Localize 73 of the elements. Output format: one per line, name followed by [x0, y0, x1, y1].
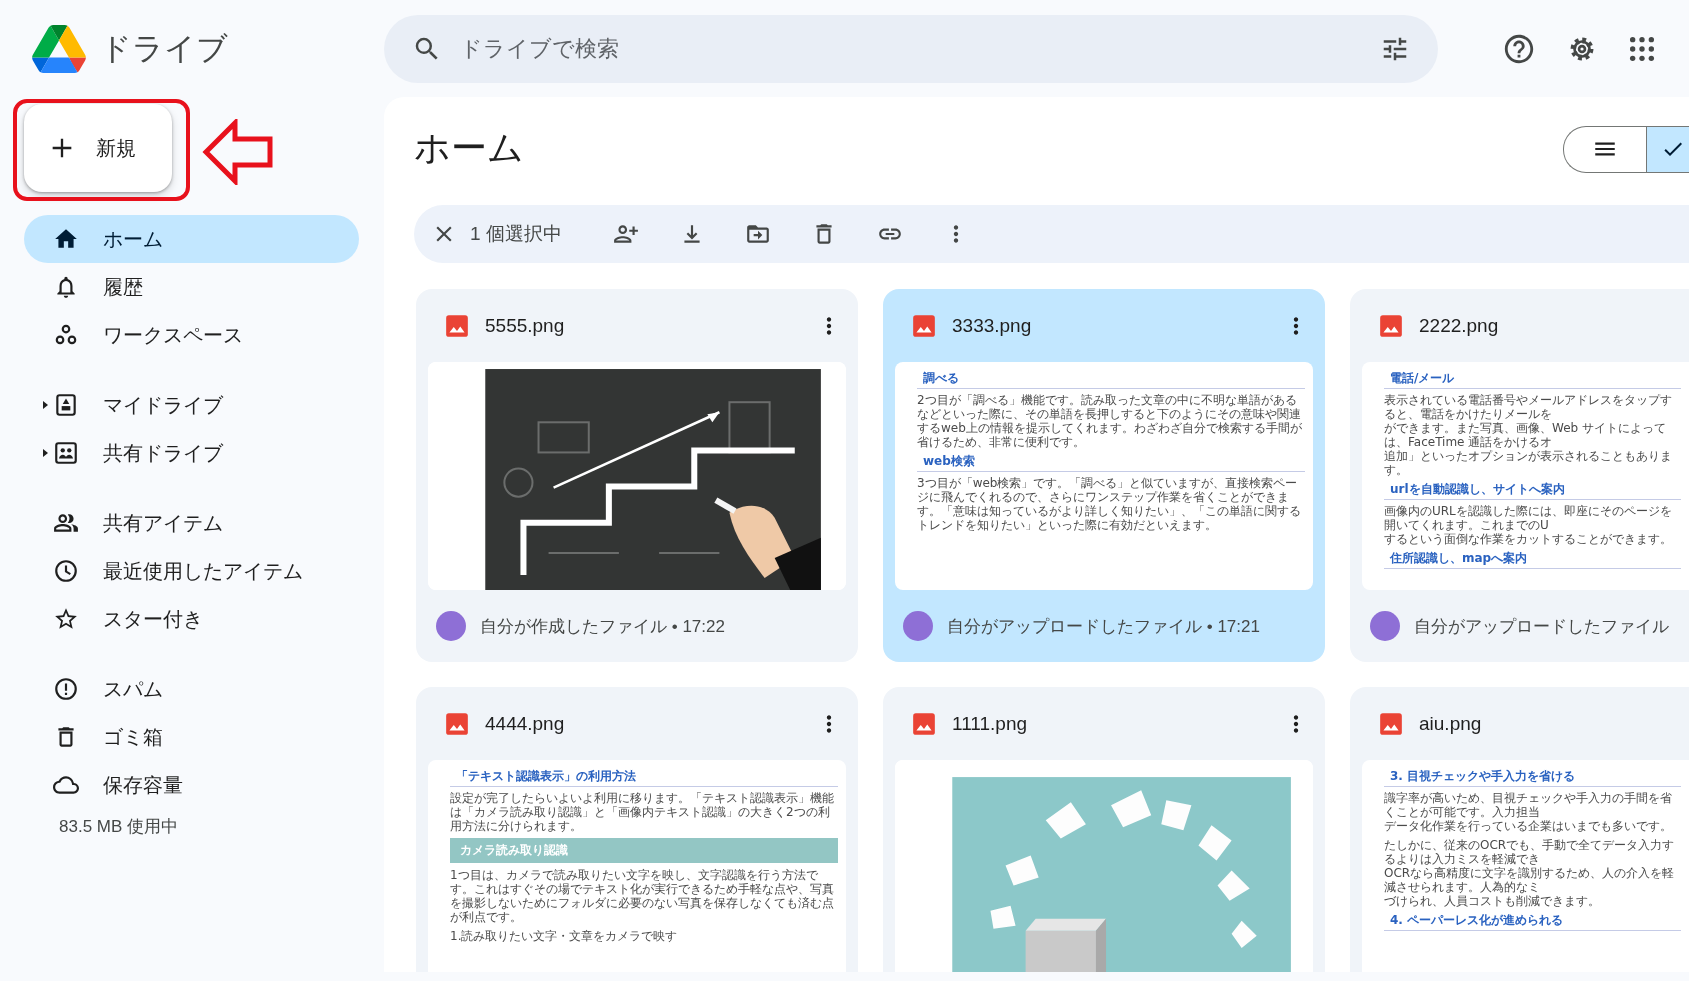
doc-text: 追加」といったオプションが表示されることもあります。: [1384, 449, 1673, 477]
file-name: 1111.png: [952, 712, 1029, 735]
doc-heading: web検索: [917, 454, 1305, 472]
doc-banner: カメラ読み取り認識: [450, 838, 838, 863]
doc-text: ができます。また写真、画像、Web サイトによっては、FaceTime 通話をかけるオ: [1384, 421, 1667, 449]
owner-info: 自分がアップロードしたファイル • 17:21: [947, 615, 1260, 638]
doc-heading: 住所認識し、mapへ案内: [1384, 551, 1681, 569]
file-name: 5555.png: [485, 314, 566, 337]
nav-item[interactable]: 保存容量: [24, 761, 359, 809]
nav-item[interactable]: ホーム: [24, 215, 359, 263]
nav-item[interactable]: 共有ドライブ: [24, 429, 359, 477]
star-icon: [53, 606, 79, 632]
nav-item[interactable]: 共有アイテム: [24, 499, 359, 547]
image-file-icon: [1378, 312, 1404, 339]
apps-icon[interactable]: [1628, 34, 1656, 63]
image-file-icon: [1378, 710, 1404, 737]
doc-text: 1.読み取りたい文字・文章をカメラで映す: [450, 929, 679, 943]
avatar-icon: [436, 611, 466, 641]
nav-item[interactable]: 履歴: [24, 263, 359, 311]
doc-heading: 3. 目視チェックや手入力を省ける: [1384, 769, 1681, 787]
file-name: aiu.png: [1419, 712, 1483, 735]
nav-item[interactable]: スター付き: [24, 595, 359, 643]
alert-icon: [53, 676, 79, 702]
nav-item[interactable]: マイドライブ: [24, 381, 359, 429]
drive-logo[interactable]: [32, 24, 86, 73]
file-card[interactable]: 5555.png 自分が作成したファイル • 17:22: [416, 289, 858, 662]
people-board-icon: [53, 440, 79, 466]
doc-text: 画像内のURLを認識した際には、即座にそのページを開いてくれます。これまでのU: [1384, 504, 1673, 532]
file-name: 2222.png: [1419, 314, 1500, 337]
doc-text: 2つ目が「調べる」機能です。読み取った文章の中に不明な単語があるなどといった際に、その単語を長押しすると下のようにその意味や関連するweb上の情報を提示してくれます。わざわざ自分で検索する手間が省けるため、非常に便利です。: [917, 393, 1303, 449]
file-card[interactable]: 1111.png: [883, 687, 1325, 972]
doc-heading: 電話/メール: [1384, 371, 1681, 389]
doc-heading: 「テキスト認識表示」の利用方法: [450, 769, 838, 787]
image-file-icon: [444, 312, 470, 339]
file-card[interactable]: [416, 687, 858, 972]
doc-text: たしかに、従来のOCRでも、手動で全てデータ入力するよりは入力ミスを軽減でき: [1384, 838, 1676, 866]
file-name: 3333.png: [952, 314, 1033, 337]
nav-item[interactable]: 最近使用したアイテム: [24, 547, 359, 595]
file-name: 4444.png: [485, 712, 566, 735]
doc-text: データ化作業を行っている企業はいまでも多いです。: [1384, 819, 1673, 833]
nav-item[interactable]: ゴミ箱: [24, 713, 359, 761]
new-button[interactable]: 新規: [24, 104, 172, 192]
storage-usage: 83.5 MB 使用中: [59, 816, 180, 838]
image-file-icon: [911, 312, 937, 339]
avatar-icon: [903, 611, 933, 641]
arrow-annotation: [202, 119, 274, 185]
page-title: ホーム: [414, 125, 525, 170]
file-card[interactable]: [883, 289, 1325, 662]
search-field[interactable]: ドライブで検索: [384, 14, 1438, 83]
owner-info: 自分がアップロードしたファイル: [1414, 615, 1669, 638]
doc-text: 表示されている電話番号やメールアドレスをタップすると、電話をかけたりメールを: [1384, 393, 1673, 421]
doc-heading: 4. ペーパーレス化が進められる: [1384, 913, 1681, 931]
doc-text: 識字率が高いため、目視チェックや手入力の手間を省くことが可能です。入力担当: [1384, 791, 1673, 819]
doc-text: 3つ目が「web検索」です。「調べる」と似ていますが、直接検索ページに飛んでくれるので、さらにワンステップ作業を省くことができます。「意味は知っているがより詳しく知りたい」、「この単語に関するトレンドを知りたい」といった際に有効だといえます。: [917, 476, 1302, 532]
file-card[interactable]: [1350, 687, 1689, 972]
file-card[interactable]: [1350, 289, 1689, 662]
clock-icon: [53, 558, 79, 584]
avatar-icon: [1370, 611, 1400, 641]
doc-text: OCRなら高精度に文字を識別するため、人の介入を軽減させられます。人為的なミ: [1384, 866, 1676, 894]
nav-item[interactable]: ワークスペース: [24, 311, 359, 359]
doc-text: づけられ、人員コストも削減できます。: [1384, 894, 1601, 908]
doc-text: するという面倒な作業をカットすることができます。: [1384, 532, 1673, 546]
image-file-icon: [444, 710, 470, 737]
doc-heading: urlを自動認識し、サイトへ案内: [1384, 482, 1681, 500]
image-file-icon: [911, 710, 937, 737]
nav-item[interactable]: スパム: [24, 665, 359, 713]
drive-icon: [53, 392, 79, 418]
owner-info: 自分が作成したファイル • 17:22: [480, 615, 725, 638]
doc-text: 1つ目は、カメラで読み取りたい文字を映し、文字認識を行う方法です。これはすぐその場でテキスト化が実行できるため手軽な点や、写真を撮影しないためにフォルダに必要のない写真を保存しなくても済む点が利点です。: [450, 868, 835, 924]
doc-heading: 調べる: [917, 371, 1305, 389]
app-name: ドライブ: [100, 29, 228, 68]
selection-count: 1 個選択中: [470, 222, 563, 246]
doc-text: 設定が完了したらいよいよ利用に移ります。「テキスト認識表示」機能は「カメラ読み取り認識」と「画像内テキスト認識」の大きく2つの利用方法に分けられます。: [450, 791, 835, 833]
